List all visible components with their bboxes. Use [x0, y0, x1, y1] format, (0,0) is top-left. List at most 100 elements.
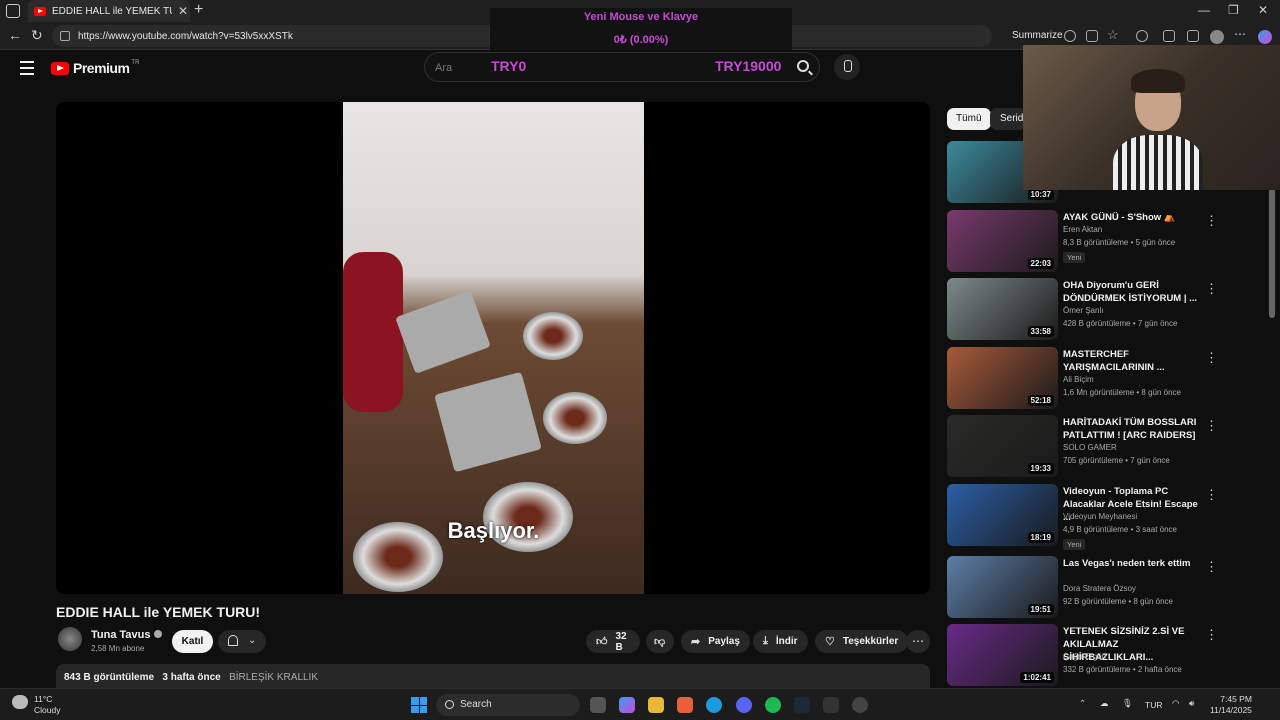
recommendation-title[interactable]: AYAK GÜNÜ - S'Show ⛺ [1063, 211, 1203, 224]
voice-search-icon[interactable] [834, 54, 860, 80]
extensions-icon[interactable] [1136, 30, 1148, 42]
file-explorer-icon[interactable] [648, 697, 664, 713]
reload-button[interactable]: ↻ [31, 27, 43, 44]
notification-bell-button[interactable]: ⌄ [218, 630, 266, 653]
recommendation-item[interactable]: 19:33 HARİTADAKİ TÜM BOSSLARI PATLATTIM !… [947, 415, 1247, 479]
dislike-button[interactable]: 👎︎ [646, 630, 674, 653]
channel-name[interactable]: Tuna Tavus [91, 629, 162, 641]
recommendation-channel[interactable]: Ömer Şanlı [1063, 306, 1103, 315]
settings-more-icon[interactable]: ⋯ [1234, 27, 1246, 41]
browser-essentials-icon[interactable] [1163, 30, 1175, 42]
recommendation-channel[interactable]: Dora Stratera Özsoy [1063, 584, 1136, 593]
recommendation-channel[interactable]: Videoyun Meyhanesi [1063, 512, 1137, 521]
weather-widget[interactable]: 11°C Cloudy [34, 694, 60, 716]
more-options-icon[interactable]: ⋮ [1205, 281, 1218, 297]
recommendation-title[interactable]: MASTERCHEF YARIŞMACILARININ ... [1063, 348, 1203, 374]
tab-actions-icon[interactable] [6, 4, 20, 18]
video-thumbnail[interactable]: 33:58 [947, 278, 1058, 340]
video-thumbnail[interactable]: 22:03 [947, 210, 1058, 272]
weather-icon[interactable] [12, 695, 28, 709]
recommendation-channel[interactable]: SOLO GAMER [1063, 443, 1117, 452]
search-input[interactable]: Ara [435, 62, 452, 74]
video-duration: 19:51 [1027, 604, 1054, 615]
cloud-icon[interactable]: ☁ [1100, 698, 1109, 709]
favorite-star-icon[interactable]: ☆ [1107, 27, 1119, 42]
recommendation-meta: 332 B görüntüleme • 2 hafta önce [1063, 665, 1182, 674]
back-button[interactable]: ← [8, 27, 22, 43]
more-options-icon[interactable]: ⋮ [1205, 350, 1218, 366]
more-options-icon[interactable]: ⋮ [1205, 627, 1218, 643]
guide-menu-icon[interactable] [20, 61, 34, 79]
recommendation-title[interactable]: OHA Diyorum'u GERİ DÖNDÜRMEK İSTİYORUM |… [1063, 279, 1203, 305]
video-player[interactable]: Başlıyor. [56, 102, 930, 594]
video-thumbnail[interactable]: 19:51 [947, 556, 1058, 618]
like-button[interactable]: 👍︎ 32 B [586, 630, 640, 653]
download-button[interactable]: ⤓ İndir [753, 630, 808, 653]
summarize-button[interactable]: Summarize [1012, 30, 1063, 41]
close-window-button[interactable]: ✕ [1258, 3, 1268, 17]
thanks-button[interactable]: ♡ Teşekkürler [815, 630, 909, 653]
recommendation-channel[interactable]: Ali Biçim [1063, 375, 1094, 384]
wifi-icon[interactable]: ◠ [1172, 698, 1179, 709]
recommendation-item[interactable]: 19:51 Las Vegas'ı neden terk ettim Dora St… [947, 556, 1247, 620]
location-tag[interactable]: BİRLEŞİK KRALLIK [229, 672, 318, 683]
browser-tab[interactable]: EDDIE HALL ile YEMEK TURU! - Yo ✕ [28, 0, 190, 22]
apps-icon[interactable] [1086, 30, 1098, 42]
recommendation-title[interactable]: HARİTADAKİ TÜM BOSSLARI PATLATTIM ! [ARC… [1063, 416, 1203, 442]
chip-all[interactable]: Tümü [947, 108, 991, 130]
taskbar-search[interactable]: Search [436, 694, 580, 716]
new-tab-button[interactable]: + [194, 1, 203, 19]
app-icon[interactable] [677, 697, 693, 713]
scrollbar[interactable] [1269, 188, 1275, 318]
reader-icon[interactable] [1064, 30, 1076, 42]
share-button[interactable]: ➦ Paylaş [681, 630, 750, 653]
copilot-app-icon[interactable] [619, 697, 635, 713]
more-options-icon[interactable]: ⋮ [1205, 559, 1218, 575]
video-thumbnail[interactable]: 18:19 [947, 484, 1058, 546]
tab-close-icon[interactable]: ✕ [178, 4, 188, 18]
description-box[interactable]: 843 B görüntüleme 3 hafta önce BİRLEŞİK … [56, 664, 930, 688]
copilot-icon[interactable] [1258, 30, 1272, 44]
youtube-logo[interactable]: Premium TR [51, 60, 139, 76]
profile-avatar[interactable] [1210, 30, 1224, 44]
edge-icon[interactable] [706, 697, 722, 713]
recommendation-item[interactable]: 1:02:41 YETENEK SİZSİNİZ 2.Sİ VE AKILALMA… [947, 624, 1247, 688]
language-indicator[interactable]: TUR [1145, 700, 1162, 710]
temperature: 11°C [34, 694, 53, 704]
collections-icon[interactable] [1187, 30, 1199, 42]
volume-icon[interactable]: 🔊︎ [1189, 698, 1194, 709]
recommendation-item[interactable]: 18:19 Videoyun - Toplama PC Alacaklar Ace… [947, 484, 1247, 550]
channel-avatar[interactable] [58, 627, 82, 651]
spotify-icon[interactable] [765, 697, 781, 713]
recommendation-item[interactable]: 52:18 MASTERCHEF YARIŞMACILARININ ... Ali … [947, 347, 1247, 411]
logo-text: Premium [73, 60, 130, 76]
chip-series[interactable]: Seride [990, 108, 1026, 130]
search-icon[interactable] [797, 60, 809, 72]
video-thumbnail[interactable]: 1:02:41 [947, 624, 1058, 686]
video-thumbnail[interactable]: 52:18 [947, 347, 1058, 409]
join-button[interactable]: Katıl [172, 630, 213, 653]
maximize-button[interactable]: ❐ [1228, 3, 1239, 17]
more-actions-button[interactable]: ⋯ [906, 630, 930, 653]
show-hidden-icons-icon[interactable]: ⌃ [1079, 698, 1086, 709]
start-button[interactable] [411, 697, 427, 713]
steam-icon[interactable] [794, 697, 810, 713]
recommendation-channel[interactable]: Çağrı Ergün [1063, 652, 1106, 661]
app-icon[interactable] [852, 697, 868, 713]
minimize-button[interactable]: — [1198, 3, 1210, 17]
video-thumbnail[interactable]: 19:33 [947, 415, 1058, 477]
discord-icon[interactable] [736, 697, 752, 713]
recommendation-title[interactable]: Las Vegas'ı neden terk ettim [1063, 557, 1203, 570]
search-box[interactable]: Ara TRY0 TRY19000 [424, 52, 820, 82]
recommendation-item[interactable]: 22:03 AYAK GÜNÜ - S'Show ⛺ Eren Aktan 8,3 B… [947, 210, 1247, 274]
recommendation-channel[interactable]: Eren Aktan [1063, 225, 1102, 234]
epic-games-icon[interactable] [823, 697, 839, 713]
task-view-icon[interactable] [590, 697, 606, 713]
microphone-icon[interactable]: 🎙︎ [1122, 698, 1133, 709]
more-options-icon[interactable]: ⋮ [1205, 487, 1218, 503]
site-info-icon[interactable] [60, 31, 70, 41]
clock[interactable]: 7:45 PM 11/14/2025 [1210, 694, 1252, 716]
more-options-icon[interactable]: ⋮ [1205, 418, 1218, 434]
more-options-icon[interactable]: ⋮ [1205, 213, 1218, 229]
recommendation-item[interactable]: 33:58 OHA Diyorum'u GERİ DÖNDÜRMEK İSTİYO… [947, 278, 1247, 342]
